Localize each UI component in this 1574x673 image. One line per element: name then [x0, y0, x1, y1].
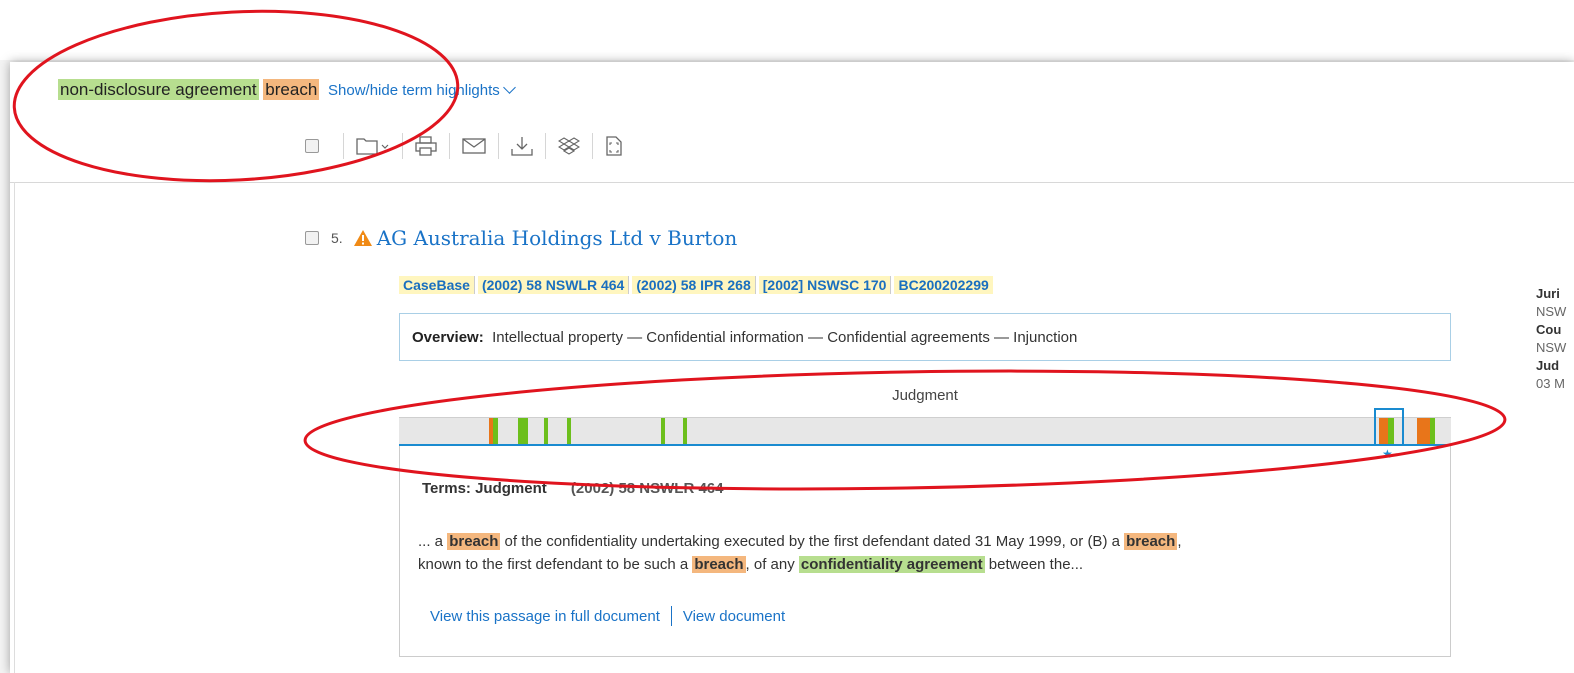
- result-row: 5. AG Australia Holdings Ltd v Burton: [305, 226, 737, 250]
- dropbox-button[interactable]: [545, 133, 592, 159]
- passage-header: Terms: Judgment (2002) 58 NSWLR 464: [422, 480, 724, 497]
- select-all-checkbox[interactable]: [305, 139, 319, 153]
- overview-box: Overview: Intellectual property — Confid…: [399, 313, 1451, 361]
- chevron-down-icon: [502, 81, 516, 94]
- citation-link[interactable]: (2002) 58 IPR 268: [632, 276, 756, 294]
- term-hit-mark[interactable]: [661, 418, 665, 445]
- print-icon: [415, 136, 437, 156]
- dropbox-icon: [558, 137, 580, 155]
- passage-snippet: ... a breach of the confidentiality unde…: [418, 530, 1418, 576]
- keyword-highlight: breach: [447, 533, 501, 550]
- snippet-text: , of any: [745, 556, 799, 573]
- top-strip: [0, 0, 1574, 60]
- document-button[interactable]: [592, 133, 635, 159]
- result-toolbar: [305, 133, 635, 159]
- email-button[interactable]: [449, 133, 498, 159]
- keyword-highlight: breach: [692, 556, 746, 573]
- print-button[interactable]: [402, 133, 449, 159]
- keyword-highlight: breach: [1124, 533, 1178, 550]
- search-terms: non-disclosure agreement breach Show/hid…: [58, 79, 516, 100]
- snippet-text: ... a: [418, 533, 448, 550]
- card-divider: [14, 182, 15, 673]
- citation-link[interactable]: (2002) 58 NSWLR 464: [477, 276, 630, 294]
- term-hit-mark[interactable]: [1417, 418, 1430, 445]
- citations-list: CaseBase (2002) 58 NSWLR 464 (2002) 58 I…: [399, 276, 996, 294]
- overview-label: Overview:: [412, 329, 484, 346]
- snippet-text: known to the first defendant to be such …: [418, 556, 693, 573]
- document-icon: [606, 136, 622, 156]
- result-checkbox[interactable]: [305, 231, 319, 245]
- term-hit-mark[interactable]: [683, 418, 687, 445]
- selected-hit-marker[interactable]: [1374, 408, 1404, 446]
- folder-button[interactable]: [343, 133, 402, 159]
- term-hit-mark[interactable]: [493, 418, 498, 445]
- warning-icon: [353, 230, 372, 246]
- show-hide-label: Show/hide term highlights: [328, 82, 500, 99]
- download-icon: [511, 137, 533, 156]
- meta-value: NSW: [1536, 340, 1567, 355]
- judgment-label: Judgment: [892, 387, 958, 404]
- term-hit-mark[interactable]: [544, 418, 548, 445]
- meta-label: Jud: [1536, 358, 1560, 373]
- passage-citation: (2002) 58 NSWLR 464: [570, 480, 724, 497]
- citation-link[interactable]: CaseBase: [399, 276, 475, 294]
- citation-link[interactable]: [2002] NSWSC 170: [758, 276, 892, 294]
- term-hit-mark[interactable]: [567, 418, 571, 445]
- snippet-text: of the confidentiality undertaking execu…: [500, 533, 1125, 550]
- meta-label: Juri: [1536, 286, 1560, 301]
- snippet-text: between the...: [984, 556, 1084, 573]
- snippet-text: ,: [1177, 533, 1182, 550]
- meta-value: NSW: [1536, 304, 1567, 319]
- meta-label: Cou: [1536, 322, 1562, 337]
- view-passage-link[interactable]: View this passage in full document: [430, 608, 660, 625]
- folder-icon: [356, 138, 389, 155]
- overview-text: Intellectual property — Confidential inf…: [492, 329, 1078, 346]
- term-distribution-bar[interactable]: [399, 417, 1451, 445]
- result-title-link[interactable]: AG Australia Holdings Ltd v Burton: [377, 226, 738, 250]
- passage-links: View this passage in full document View …: [430, 606, 785, 626]
- show-hide-highlights-link[interactable]: Show/hide term highlights: [328, 81, 516, 99]
- passage-terms-label: Terms: Judgment: [422, 480, 547, 497]
- email-icon: [462, 138, 486, 154]
- citation-link[interactable]: BC200202299: [894, 276, 993, 294]
- view-document-link[interactable]: View document: [683, 608, 785, 625]
- term-highlight-2: breach: [263, 79, 320, 100]
- metadata-panel: Juri NSW Cou NSW Jud 03 M: [1536, 285, 1566, 393]
- keyword-highlight: confidentiality agreement: [798, 556, 985, 573]
- term-hit-mark[interactable]: [518, 418, 528, 445]
- result-number: 5.: [331, 230, 343, 246]
- link-separator: [670, 606, 672, 626]
- term-hit-mark[interactable]: [1430, 418, 1435, 445]
- term-highlight-1: non-disclosure agreement: [58, 79, 259, 100]
- download-button[interactable]: [498, 133, 545, 159]
- meta-value: 03 M: [1536, 376, 1565, 391]
